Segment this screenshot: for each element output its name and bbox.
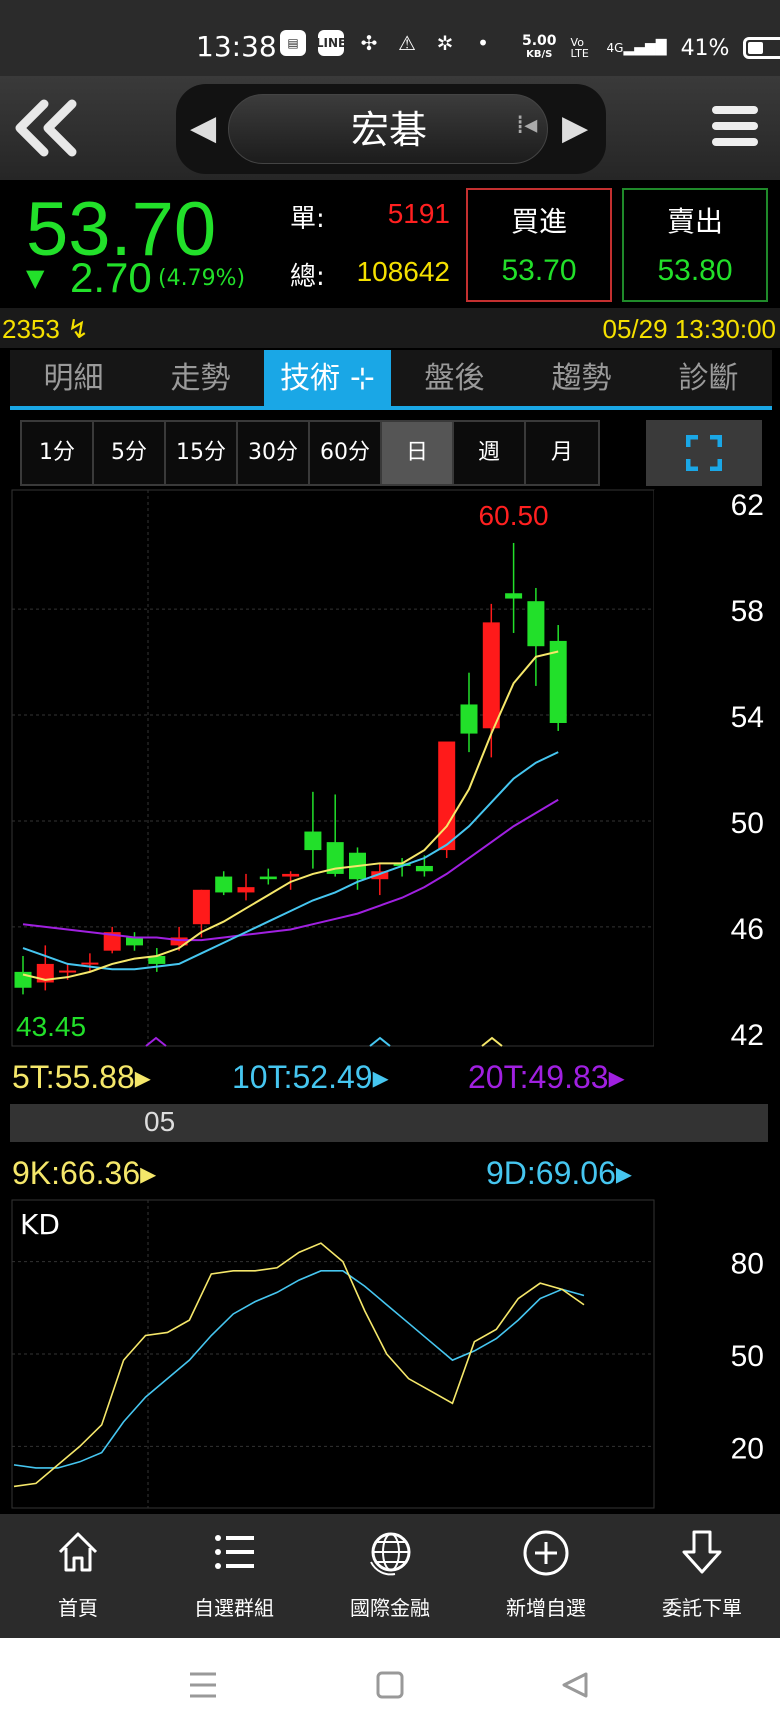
candle-body: [14, 971, 32, 988]
x-axis-label: 05: [144, 1106, 176, 1137]
play-triangle-icon: ▸: [134, 1059, 151, 1095]
ma-legend-item[interactable]: 5T:55.88▸: [12, 1058, 151, 1096]
play-triangle-icon: ▸: [615, 1155, 632, 1191]
nav-watchlist-groups[interactable]: 自選群組: [156, 1514, 312, 1638]
nav-add-watchlist[interactable]: 新增自選: [468, 1514, 624, 1638]
price-plot-area: [11, 489, 655, 1047]
candle-body: [460, 704, 478, 734]
kd-legend-item[interactable]: 9D:69.06▸: [486, 1154, 632, 1192]
nav-home[interactable]: 首頁: [0, 1514, 156, 1638]
candle-body: [482, 622, 500, 729]
candle-body: [259, 876, 277, 880]
candle-body: [192, 889, 210, 925]
list-icon: [156, 1514, 312, 1584]
globe-icon: [312, 1514, 468, 1584]
candle-body: [81, 962, 99, 965]
price-tick-label: 58: [731, 595, 764, 628]
recent-apps-button[interactable]: [190, 1672, 216, 1698]
bottom-navigation: 首頁 自選群組 國際金融 新增自選 委託下單: [0, 1514, 780, 1638]
price-tick-label: 62: [731, 489, 764, 522]
kd-panel-title: KD: [20, 1208, 60, 1241]
home-button[interactable]: [376, 1671, 404, 1699]
play-triangle-icon: ▸: [140, 1155, 157, 1191]
candle-body: [282, 873, 300, 877]
price-tick-label: 42: [731, 1019, 764, 1052]
price-tick-label: 50: [731, 807, 764, 840]
kd-legend: 9K:66.36▸ 9D:69.06▸: [10, 1148, 654, 1200]
down-arrow-icon: [624, 1514, 780, 1584]
system-navigation-bar: [0, 1638, 780, 1733]
home-icon: [0, 1514, 156, 1584]
candle-body: [304, 831, 322, 851]
technical-charts: 62 58 54 50 46 42 60.50 43.45 80 50 20: [11, 489, 768, 1509]
candle-body: [237, 887, 255, 893]
nav-place-order[interactable]: 委託下單: [624, 1514, 780, 1638]
price-tick-label: 54: [731, 701, 764, 734]
candle-body: [505, 593, 523, 599]
nav-international-finance[interactable]: 國際金融: [312, 1514, 468, 1638]
play-triangle-icon: ▸: [608, 1059, 625, 1095]
candle-body: [126, 937, 143, 946]
plus-circle-icon: [468, 1514, 624, 1584]
play-triangle-icon: ▸: [372, 1059, 389, 1095]
candle-body: [415, 865, 433, 872]
ma-legend: 5T:55.88▸ 10T:52.49▸ 20T:49.83▸: [10, 1052, 654, 1100]
kd-tick-label: 20: [731, 1432, 764, 1465]
kd-tick-label: 80: [731, 1248, 764, 1281]
x-axis-row: 05: [10, 1104, 768, 1142]
ma-legend-item[interactable]: 20T:49.83▸: [468, 1058, 625, 1096]
kd-legend-item[interactable]: 9K:66.36▸: [12, 1154, 156, 1192]
candle-body: [527, 601, 545, 647]
ma-legend-item[interactable]: 10T:52.49▸: [232, 1058, 389, 1096]
price-tick-label: 46: [731, 913, 764, 946]
back-nav-button[interactable]: [562, 1672, 588, 1698]
low-price-label: 43.45: [16, 1011, 86, 1042]
kd-tick-label: 50: [731, 1340, 764, 1373]
candle-body: [59, 970, 77, 973]
candle-body: [215, 876, 233, 893]
high-price-label: 60.50: [479, 500, 549, 531]
price-axis-area: [654, 490, 768, 1104]
